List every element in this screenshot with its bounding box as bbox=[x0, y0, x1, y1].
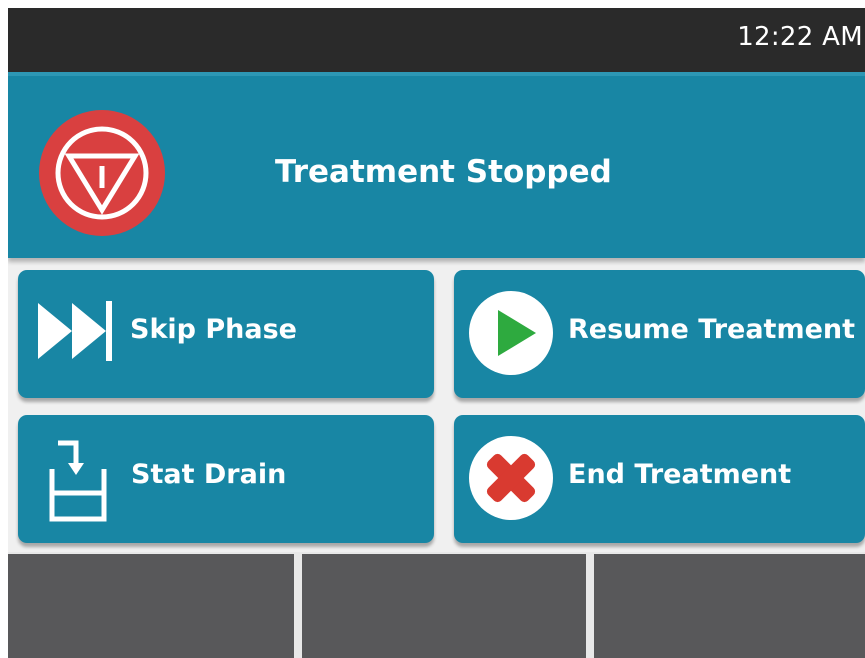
page-title: Treatment Stopped bbox=[275, 154, 612, 190]
screen: 12:22 AM Treatment Stopped Skip Phase Re… bbox=[8, 8, 865, 658]
play-icon bbox=[469, 291, 553, 375]
bottom-nav-button-3[interactable] bbox=[594, 554, 865, 658]
end-treatment-button[interactable]: End Treatment bbox=[454, 415, 865, 543]
bottom-nav-button-2[interactable] bbox=[302, 554, 586, 658]
header: Treatment Stopped bbox=[8, 72, 865, 258]
skip-phase-button[interactable]: Skip Phase bbox=[18, 270, 434, 398]
status-bar: 12:22 AM bbox=[8, 8, 865, 72]
bottom-nav-button-1[interactable] bbox=[8, 554, 294, 658]
skip-phase-label: Skip Phase bbox=[130, 314, 297, 345]
stat-drain-button[interactable]: Stat Drain bbox=[18, 415, 434, 543]
drain-icon bbox=[49, 440, 107, 522]
bottom-nav bbox=[8, 552, 865, 658]
resume-treatment-label: Resume Treatment bbox=[568, 314, 856, 345]
fast-forward-icon bbox=[38, 301, 112, 361]
close-icon bbox=[469, 436, 553, 520]
stat-drain-label: Stat Drain bbox=[131, 459, 287, 490]
clock: 12:22 AM bbox=[737, 22, 863, 52]
stop-icon bbox=[39, 110, 165, 236]
end-treatment-label: End Treatment bbox=[568, 459, 792, 490]
resume-treatment-button[interactable]: Resume Treatment bbox=[454, 270, 865, 398]
